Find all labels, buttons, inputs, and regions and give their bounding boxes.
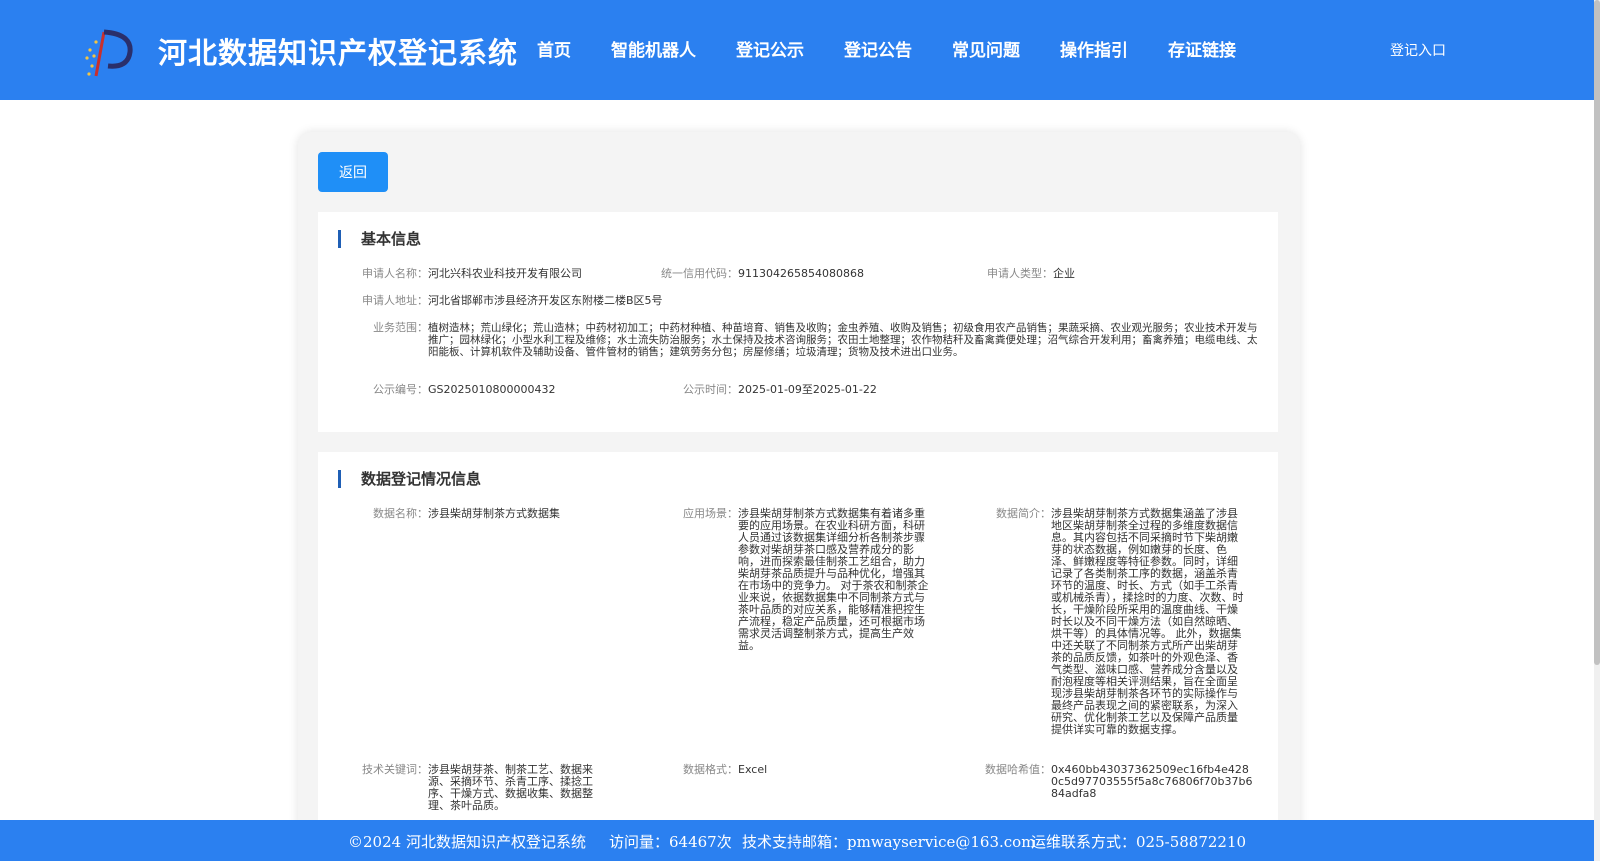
footer-visits: 访问量：64467次	[609, 833, 732, 851]
label-address: 申请人地址：	[362, 294, 428, 307]
nav-robot[interactable]: 智能机器人	[611, 36, 696, 61]
value-keywords: 涉县柴胡芽茶、制茶工艺、数据来源、采摘环节、杀青工序、揉捻工序、干燥方式、数据收…	[428, 763, 593, 812]
label-business-scope: 业务范围：	[373, 321, 428, 334]
value-hash: 0x460bb43037362509ec16fb4e4280c5d9770355…	[1051, 763, 1253, 800]
section-title-registration: 数据登记情况信息	[338, 470, 481, 488]
main-nav: 首页 智能机器人 登记公示 登记公告 常见问题 操作指引 存证链接	[537, 36, 1276, 61]
value-format: Excel	[738, 763, 768, 776]
field-hash: 数据哈希值： 0x460bb43037362509ec16fb4e4280c5d…	[971, 763, 1271, 800]
field-pub-no: 公示编号： GS2025010800000432	[348, 384, 668, 398]
field-applicant-name: 申请人名称： 河北兴科农业科技开发有限公司	[348, 268, 648, 282]
nav-evidence-link[interactable]: 存证链接	[1168, 36, 1236, 61]
value-address: 河北省邯郸市涉县经济开发区东附楼二楼B区5号	[428, 294, 663, 307]
detail-panel: 返回 基本信息 申请人名称： 河北兴科农业科技开发有限公司 统一信用代码： 91…	[298, 132, 1300, 861]
value-intro: 涉县柴胡芽制茶方式数据集涵盖了涉县地区柴胡芽制茶全过程的多维度数据信息。其内容包…	[1051, 507, 1244, 736]
value-applicant-type: 企业	[1053, 267, 1075, 280]
field-scene: 应用场景： 涉县柴胡芽制茶方式数据集有着诸多重要的应用场景。在农业科研方面，科研…	[658, 508, 938, 658]
nav-home[interactable]: 首页	[537, 36, 571, 61]
page-scrollbar[interactable]	[1594, 0, 1600, 861]
footer-phone: 运维联系方式：025-58872210	[1031, 833, 1247, 851]
label-keywords: 技术关键词：	[362, 763, 428, 776]
top-header: 河北数据知识产权登记系统 首页 智能机器人 登记公示 登记公告 常见问题 操作指…	[0, 0, 1600, 100]
footer: ©2024 河北数据知识产权登记系统 访问量：64467次 技术支持邮箱：pmw…	[0, 820, 1594, 861]
logo-icon	[85, 29, 133, 77]
field-business-scope: 业务范围： 植树造林；荒山绿化；荒山造林；中药材初加工；中药材种植、种苗培育、销…	[348, 322, 1268, 372]
nav-publicity[interactable]: 登记公示	[736, 36, 804, 61]
label-pub-time: 公示时间：	[683, 383, 738, 396]
field-applicant-type: 申请人类型： 企业	[963, 268, 1223, 282]
field-credit-code: 统一信用代码： 911304265854080868	[648, 268, 968, 282]
value-credit-code: 911304265854080868	[738, 267, 864, 280]
nav-announcement[interactable]: 登记公告	[844, 36, 912, 61]
site-title: 河北数据知识产权登记系统	[158, 36, 519, 70]
value-pub-time: 2025-01-09至2025-01-22	[738, 383, 877, 396]
field-keywords: 技术关键词： 涉县柴胡芽茶、制茶工艺、数据来源、采摘环节、杀青工序、揉捻工序、干…	[348, 764, 638, 814]
field-data-name: 数据名称： 涉县柴胡芽制茶方式数据集	[348, 508, 648, 522]
label-scene: 应用场景：	[683, 507, 738, 520]
label-applicant-name: 申请人名称：	[362, 267, 428, 280]
label-data-name: 数据名称：	[373, 507, 428, 520]
basic-info-card: 基本信息 申请人名称： 河北兴科农业科技开发有限公司 统一信用代码： 91130…	[318, 212, 1278, 432]
nav-guide[interactable]: 操作指引	[1060, 36, 1128, 61]
label-applicant-type: 申请人类型：	[987, 267, 1053, 280]
value-business-scope: 植树造林；荒山绿化；荒山造林；中药材初加工；中药材种植、种苗培育、销售及收购；金…	[428, 322, 1258, 358]
field-intro: 数据简介： 涉县柴胡芽制茶方式数据集涵盖了涉县地区柴胡芽制茶全过程的多维度数据信…	[971, 508, 1251, 748]
label-intro: 数据简介：	[996, 507, 1051, 520]
value-scene: 涉县柴胡芽制茶方式数据集有着诸多重要的应用场景。在农业科研方面，科研人员通过该数…	[738, 507, 929, 652]
field-pub-time: 公示时间： 2025-01-09至2025-01-22	[658, 384, 978, 398]
label-hash: 数据哈希值：	[985, 763, 1051, 776]
section-title-basic: 基本信息	[338, 230, 421, 248]
registration-info-card: 数据登记情况信息 数据名称： 涉县柴胡芽制茶方式数据集 应用场景： 涉县柴胡芽制…	[318, 452, 1278, 861]
label-credit-code: 统一信用代码：	[661, 267, 738, 280]
login-link[interactable]: 登记入口	[1390, 40, 1446, 60]
value-pub-no: GS2025010800000432	[428, 383, 556, 396]
label-pub-no: 公示编号：	[373, 383, 428, 396]
value-applicant-name: 河北兴科农业科技开发有限公司	[428, 267, 582, 280]
back-button[interactable]: 返回	[318, 152, 388, 192]
scrollbar-thumb[interactable]	[1594, 0, 1600, 665]
nav-faq[interactable]: 常见问题	[952, 36, 1020, 61]
field-address: 申请人地址： 河北省邯郸市涉县经济开发区东附楼二楼B区5号	[348, 295, 948, 309]
value-data-name: 涉县柴胡芽制茶方式数据集	[428, 507, 560, 520]
footer-copyright: ©2024 河北数据知识产权登记系统	[348, 833, 586, 851]
footer-email: 技术支持邮箱：pmwayservice@163.com	[742, 833, 1036, 851]
field-format: 数据格式： Excel	[658, 764, 918, 778]
label-format: 数据格式：	[683, 763, 738, 776]
